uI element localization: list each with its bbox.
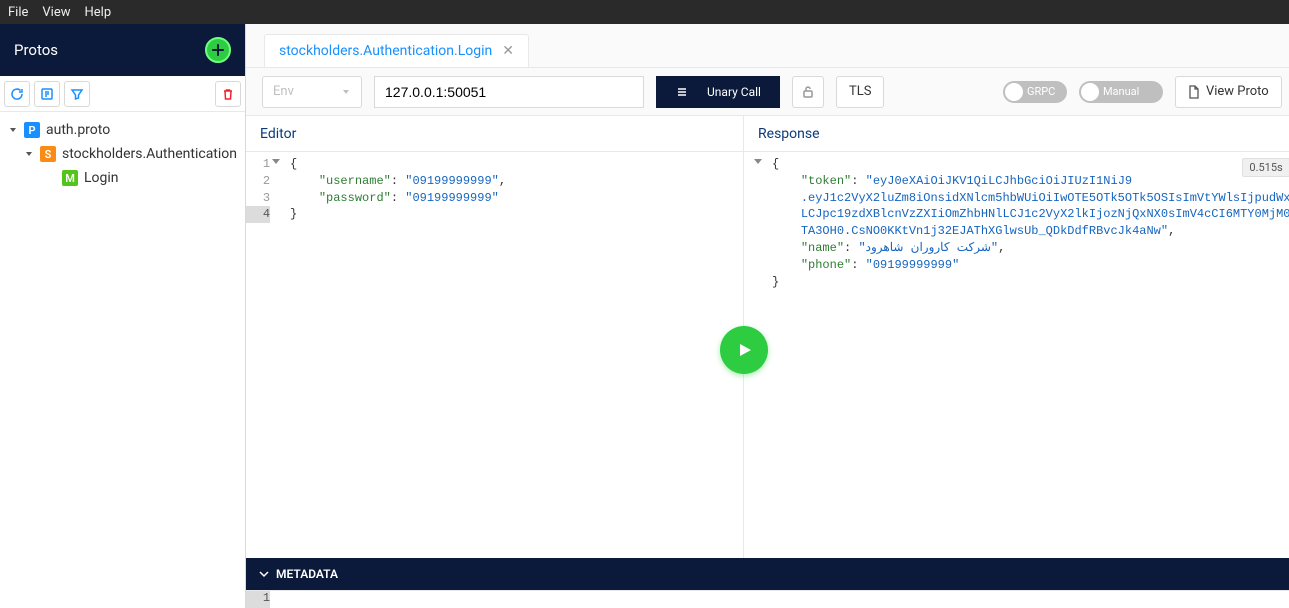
- menu-file[interactable]: File: [8, 5, 28, 20]
- url-input[interactable]: [374, 76, 644, 108]
- lock-button[interactable]: [792, 76, 824, 108]
- metadata-gutter: 1: [246, 591, 276, 608]
- manual-toggle[interactable]: Manual: [1079, 81, 1163, 103]
- response-code[interactable]: { "token": "eyJ0eXAiOiJKV1QiLCJhbGciOiJI…: [744, 152, 1289, 290]
- tree-method-label: Login: [84, 170, 119, 186]
- env-select[interactable]: Env: [262, 76, 362, 108]
- editor-header: Editor: [246, 116, 743, 152]
- sidebar-toolbar: [0, 76, 245, 112]
- tab-label: stockholders.Authentication.Login: [279, 43, 492, 59]
- run-button[interactable]: [720, 326, 768, 374]
- reload-icon: [10, 87, 24, 101]
- proto-badge: P: [24, 122, 40, 138]
- reload-button[interactable]: [4, 81, 30, 107]
- menubar: File View Help: [0, 0, 1289, 24]
- tab-close-button[interactable]: ✕: [502, 43, 514, 59]
- trash-icon: [221, 87, 235, 101]
- response-body: { "token": "eyJ0eXAiOiJKV1QiLCJhbGciOiJI…: [758, 156, 1289, 290]
- main-panel: stockholders.Authentication.Login ✕ Env …: [246, 24, 1289, 608]
- import-button[interactable]: [34, 81, 60, 107]
- tab-active[interactable]: stockholders.Authentication.Login ✕: [264, 34, 529, 67]
- sidebar: Protos P auth.proto: [0, 24, 246, 608]
- fold-icon[interactable]: [272, 159, 280, 164]
- editor-pane: Editor 1 2 3 4 { "username": "0919999999…: [246, 116, 744, 558]
- lock-icon: [801, 85, 815, 99]
- env-placeholder: Env: [273, 84, 294, 99]
- tls-label: TLS: [849, 84, 871, 99]
- fold-icon[interactable]: [754, 159, 762, 164]
- content-split: Editor 1 2 3 4 { "username": "0919999999…: [246, 116, 1289, 558]
- metadata-title: METADATA: [276, 567, 338, 581]
- call-type-label: Unary Call: [707, 85, 761, 99]
- play-icon: [734, 340, 754, 360]
- response-header: Response: [744, 116, 1289, 152]
- response-gutter: [744, 156, 758, 290]
- tabs-bar: stockholders.Authentication.Login ✕: [246, 24, 1289, 68]
- file-icon: [1188, 85, 1200, 99]
- address-bar: Env Unary Call TLS GRPC Manual: [246, 68, 1289, 116]
- view-proto-button[interactable]: View Proto: [1175, 76, 1282, 108]
- editor-gutter: 1 2 3 4: [246, 156, 276, 223]
- metadata-code[interactable]: 1: [246, 590, 1289, 608]
- tree-proto-file[interactable]: P auth.proto: [2, 118, 243, 142]
- manual-toggle-label: Manual: [1103, 85, 1139, 98]
- response-timing: 0.515s: [1242, 158, 1289, 177]
- tree-proto-label: auth.proto: [46, 122, 110, 138]
- delete-button[interactable]: [215, 81, 241, 107]
- tree-service-label: stockholders.Authentication: [62, 146, 237, 162]
- tree-method[interactable]: M Login: [2, 166, 243, 190]
- chevron-down-icon: [341, 87, 351, 97]
- metadata-bar[interactable]: METADATA: [246, 558, 1289, 590]
- plus-icon: [211, 43, 225, 57]
- proto-tree: P auth.proto S stockholders.Authenticati…: [0, 112, 245, 196]
- chevron-down-icon: [258, 568, 270, 580]
- response-pane: Response 0.515s { "token": "eyJ0eXAiOiJK…: [744, 116, 1289, 558]
- filter-icon: [70, 87, 84, 101]
- grpc-toggle[interactable]: GRPC: [1003, 81, 1067, 103]
- service-badge: S: [40, 146, 56, 162]
- import-icon: [40, 87, 54, 101]
- add-proto-button[interactable]: [205, 37, 231, 63]
- tree-service[interactable]: S stockholders.Authentication: [2, 142, 243, 166]
- caret-down-icon: [24, 149, 34, 159]
- editor-body[interactable]: { "username": "09199999999", "password":…: [276, 156, 506, 223]
- sidebar-header: Protos: [0, 24, 245, 76]
- menu-help[interactable]: Help: [85, 5, 112, 20]
- menu-view[interactable]: View: [42, 5, 70, 20]
- sidebar-title: Protos: [14, 41, 58, 59]
- caret-down-icon: [8, 125, 18, 135]
- list-icon: [675, 85, 689, 99]
- view-proto-label: View Proto: [1206, 84, 1269, 99]
- tls-button[interactable]: TLS: [836, 76, 884, 108]
- grpc-toggle-label: GRPC: [1027, 85, 1055, 98]
- filter-button[interactable]: [64, 81, 90, 107]
- call-type-select[interactable]: Unary Call: [656, 76, 780, 108]
- method-badge: M: [62, 170, 78, 186]
- editor-code[interactable]: 1 2 3 4 { "username": "09199999999", "pa…: [246, 152, 743, 223]
